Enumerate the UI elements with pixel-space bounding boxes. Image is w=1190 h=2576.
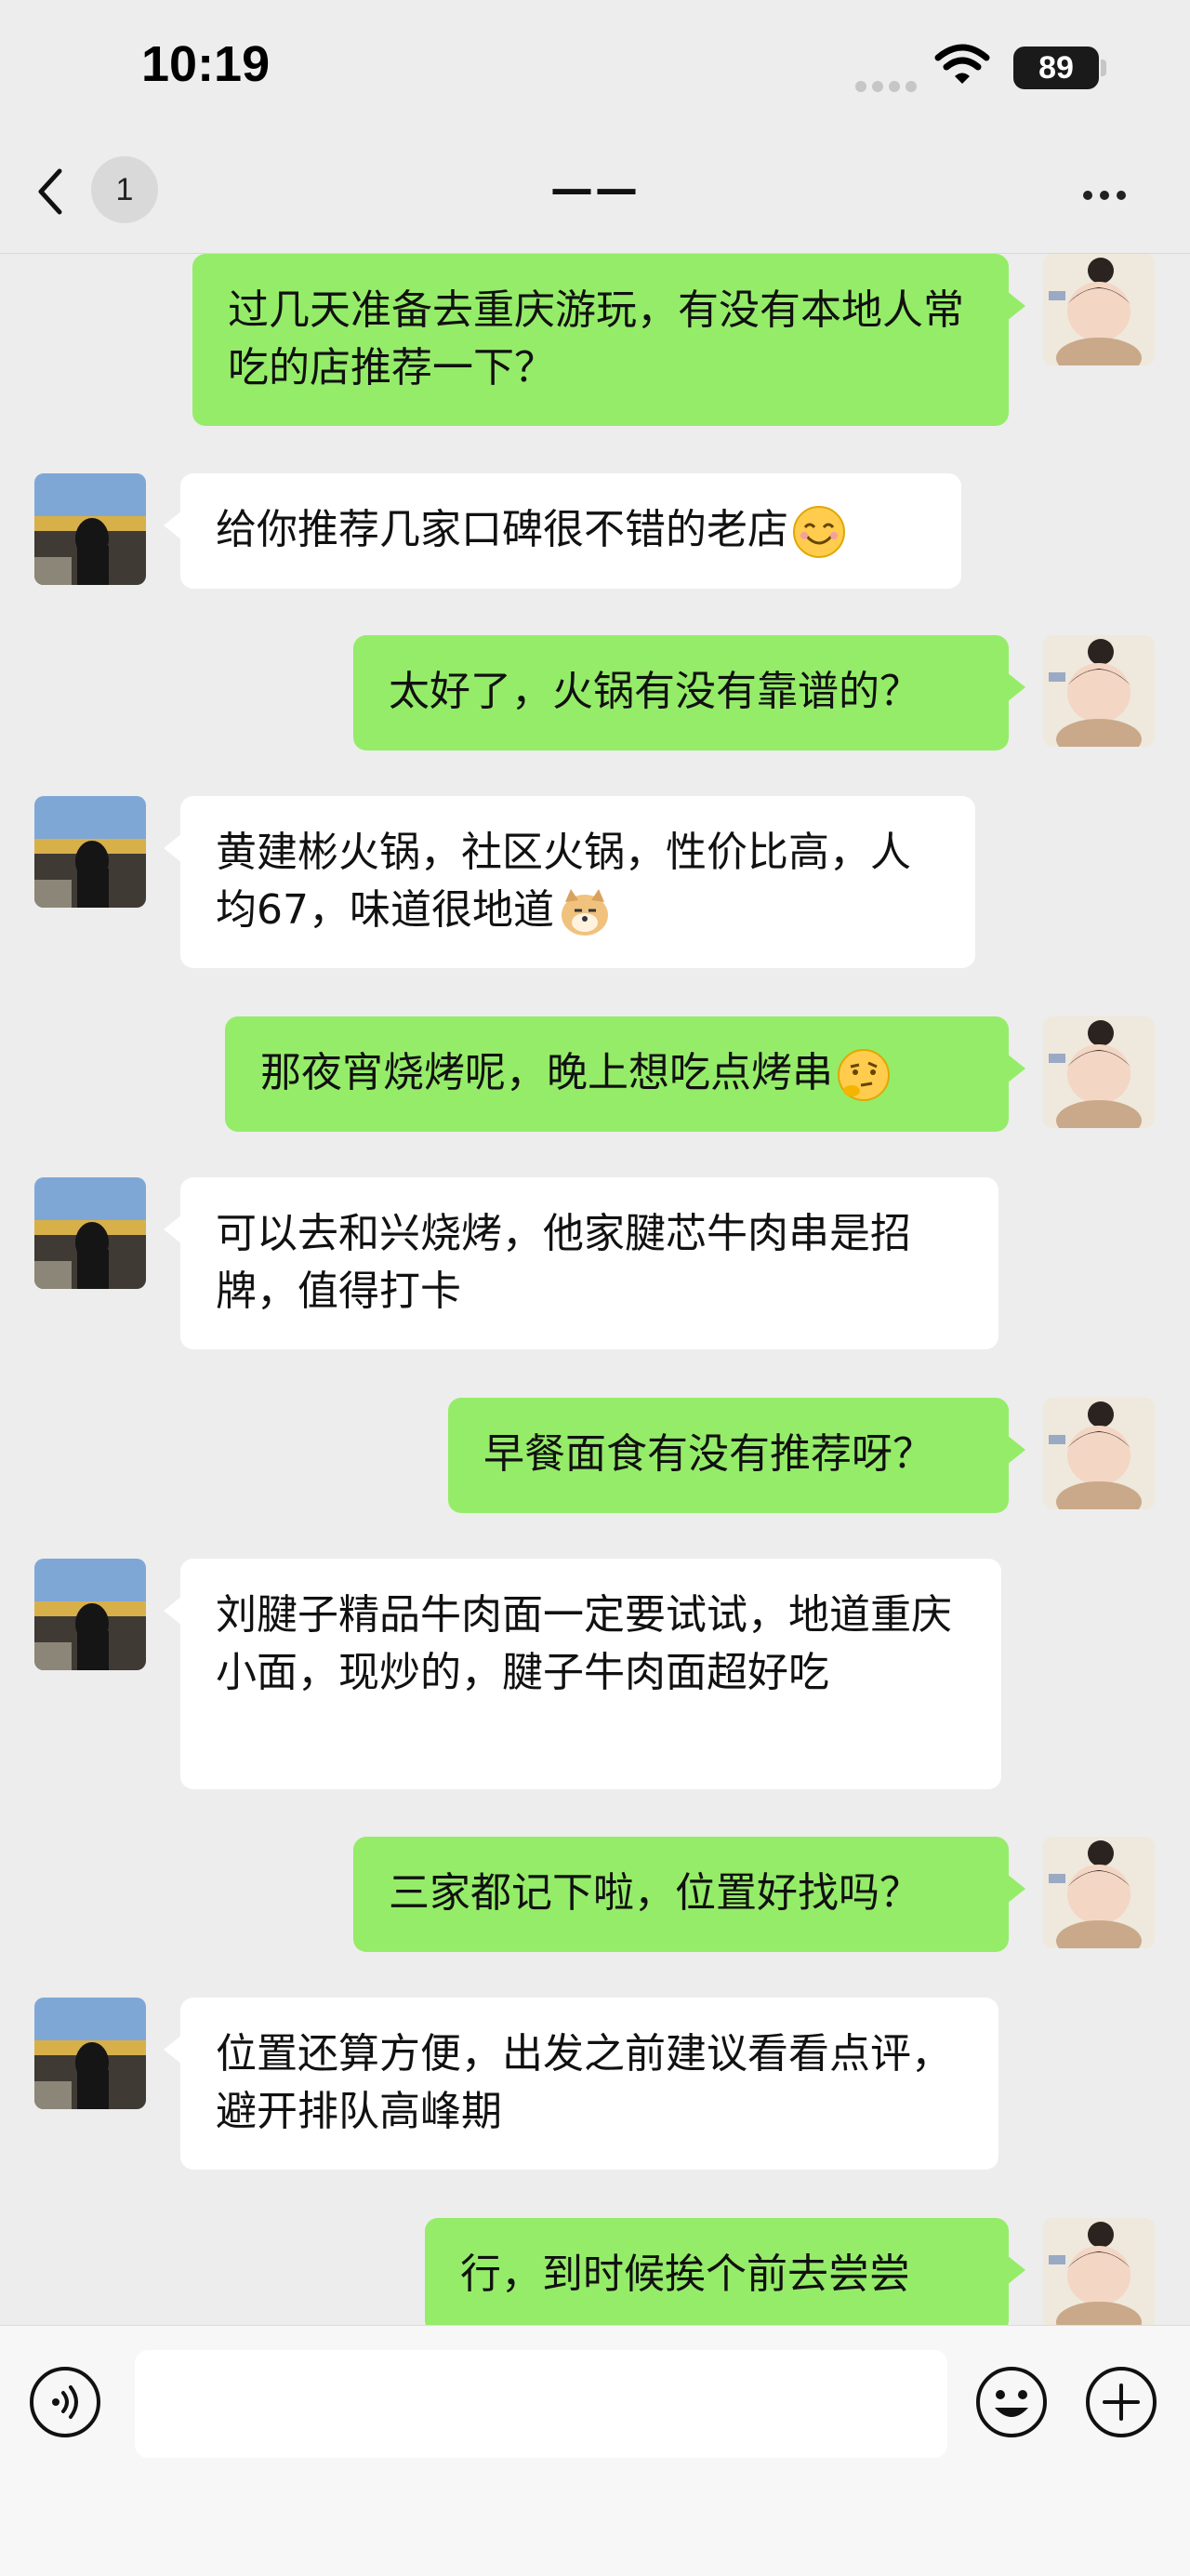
status-bar: 10:19 89 xyxy=(0,0,1190,139)
message-text: 给你推荐几家口碑很不错的老店 xyxy=(216,506,788,553)
message-text: 那夜宵烧烤呢，晚上想吃点烤串 xyxy=(260,1049,833,1096)
message-list[interactable]: 过几天准备去重庆游玩，有没有本地人常吃的店推荐一下？ 给你推荐几家口碑很不错的老… xyxy=(0,254,1190,2325)
message-bubble[interactable]: 刘腱子精品牛肉面一定要试试，地道重庆小面，现炒的，腱子牛肉面超好吃 xyxy=(164,1559,1001,1789)
my-avatar[interactable] xyxy=(1043,1398,1155,1509)
chat-title: —— xyxy=(550,164,640,214)
more-icon[interactable] xyxy=(1083,186,1133,204)
input-bar xyxy=(0,2325,1190,2576)
status-time: 10:19 xyxy=(141,36,271,92)
message-bubble[interactable]: 过几天准备去重庆游玩，有没有本地人常吃的店推荐一下？ xyxy=(192,254,1025,426)
message-text: 行，到时候挨个前去尝尝 xyxy=(460,2251,910,2298)
contact-avatar[interactable] xyxy=(34,1998,146,2109)
contact-avatar[interactable] xyxy=(34,1177,146,1289)
cellular-signal-icon xyxy=(855,78,922,96)
message-text: 三家都记下啦，位置好找吗？ xyxy=(389,1869,920,1917)
message-bubble[interactable]: 那夜宵烧烤呢，晚上想吃点烤串 xyxy=(225,1016,1025,1132)
my-avatar[interactable] xyxy=(1043,635,1155,747)
message-bubble[interactable]: 早餐面食有没有推荐呀？ xyxy=(448,1398,1025,1513)
smile-emoji-icon xyxy=(793,506,845,558)
message-text: 太好了，火锅有没有靠谱的？ xyxy=(389,668,920,715)
message-text: 早餐面食有没有推荐呀？ xyxy=(483,1430,933,1478)
message-bubble[interactable]: 给你推荐几家口碑很不错的老店 xyxy=(164,473,961,589)
contact-avatar[interactable] xyxy=(34,473,146,585)
battery-level: 89 xyxy=(1013,46,1099,89)
wifi-icon xyxy=(934,44,990,84)
my-avatar[interactable] xyxy=(1043,1016,1155,1128)
chat-header: 1 —— xyxy=(0,139,1190,254)
message-bubble[interactable]: 黄建彬火锅，社区火锅，性价比高，人均67，味道很地道 xyxy=(164,796,975,968)
message-bubble[interactable]: 可以去和兴烧烤，他家腱芯牛肉串是招牌，值得打卡 xyxy=(164,1177,998,1349)
battery-tip xyxy=(1101,60,1106,76)
contact-avatar[interactable] xyxy=(34,796,146,908)
contact-avatar[interactable] xyxy=(34,1559,146,1670)
my-avatar[interactable] xyxy=(1043,2218,1155,2325)
message-input[interactable] xyxy=(135,2350,947,2458)
message-text: 刘腱子精品牛肉面一定要试试，地道重庆小面，现炒的，腱子牛肉面超好吃 xyxy=(216,1591,952,1696)
message-bubble[interactable]: 三家都记下啦，位置好找吗？ xyxy=(353,1837,1025,1952)
doge-emoji-icon xyxy=(562,889,608,936)
voice-icon[interactable] xyxy=(28,2365,102,2439)
message-text: 可以去和兴烧烤，他家腱芯牛肉串是招牌，值得打卡 xyxy=(216,1210,911,1315)
message-text: 过几天准备去重庆游玩，有没有本地人常吃的店推荐一下？ xyxy=(228,286,964,392)
emoji-icon[interactable] xyxy=(974,2365,1049,2439)
home-indicator xyxy=(456,2545,734,2556)
my-avatar[interactable] xyxy=(1043,254,1155,365)
plus-icon[interactable] xyxy=(1084,2365,1158,2439)
my-avatar[interactable] xyxy=(1043,1837,1155,1948)
message-bubble[interactable]: 行，到时候挨个前去尝尝 xyxy=(425,2218,1025,2325)
message-bubble[interactable]: 位置还算方便，出发之前建议看看点评，避开排队高峰期 xyxy=(164,1998,998,2170)
message-bubble[interactable]: 太好了，火锅有没有靠谱的？ xyxy=(353,635,1025,750)
message-text: 位置还算方便，出发之前建议看看点评，避开排队高峰期 xyxy=(216,2030,952,2135)
thinking-emoji-icon xyxy=(838,1049,890,1101)
